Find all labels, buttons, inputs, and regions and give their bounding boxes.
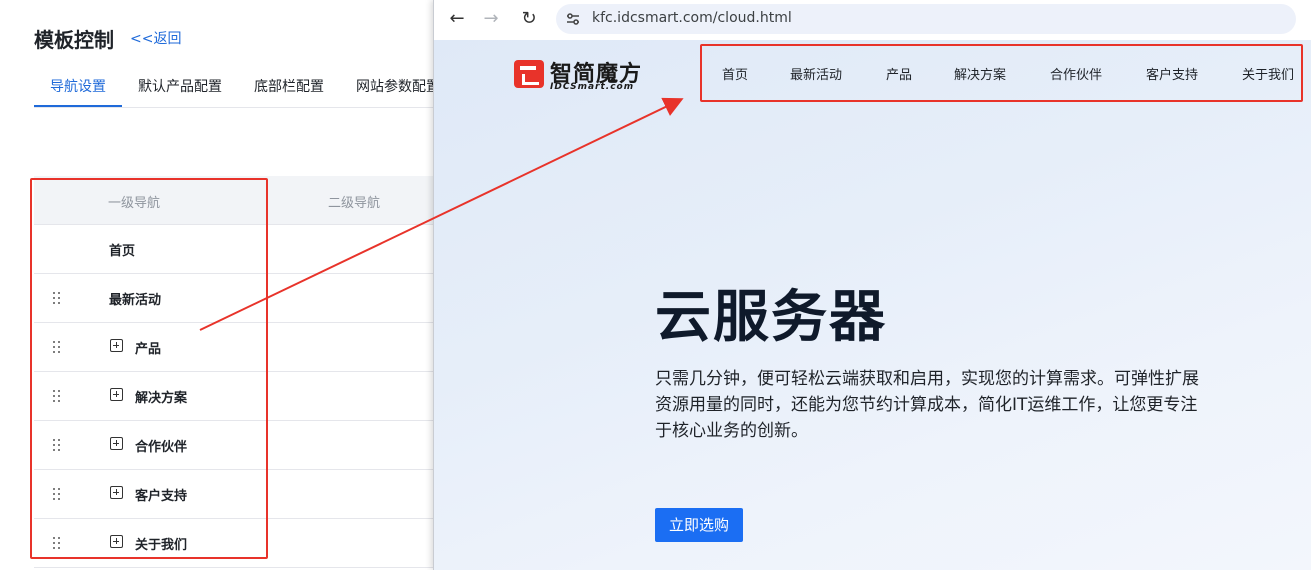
buy-now-button[interactable]: 立即选购 [655, 508, 743, 542]
tab-default-product[interactable]: 默认产品配置 [138, 76, 222, 96]
active-tab-indicator [34, 105, 122, 107]
annotation-box-site-nav [700, 44, 1303, 102]
tab-site-params[interactable]: 网站参数配置 [356, 76, 434, 96]
hero-title: 云服务器 [655, 285, 887, 350]
reload-icon[interactable]: ↻ [518, 8, 540, 30]
admin-panel: 模板控制 <<返回 导航设置 默认产品配置 底部栏配置 网站参数配置 一级导航 … [0, 0, 434, 570]
web-page: 智简魔方 IDCSmart.com 首页 最新活动 产品 解决方案 合作伙伴 客… [434, 40, 1311, 570]
site-settings-icon[interactable] [566, 12, 580, 26]
annotation-box-nav-table [30, 178, 268, 559]
browser-toolbar: ← → ↻ kfc.idcsmart.com/cloud.html [434, 0, 1311, 40]
site-logo[interactable]: 智简魔方 IDCSmart.com [514, 56, 664, 92]
tab-bar: 导航设置 默认产品配置 底部栏配置 网站参数配置 [34, 72, 434, 108]
logo-text-en: IDCSmart.com [550, 82, 635, 92]
page-title: 模板控制 [34, 28, 114, 52]
hero-description: 只需几分钟，便可轻松云端获取和启用，实现您的计算需求。可弹性扩展资源用量的同时，… [655, 369, 1199, 441]
address-bar[interactable]: kfc.idcsmart.com/cloud.html [556, 4, 1296, 34]
url-text: kfc.idcsmart.com/cloud.html [592, 10, 792, 26]
tab-footer[interactable]: 底部栏配置 [254, 76, 324, 96]
logo-mark-icon [514, 60, 544, 88]
back-link[interactable]: <<返回 [130, 28, 181, 48]
forward-arrow-icon[interactable]: → [480, 8, 502, 30]
header-level2: 二级导航 [328, 196, 381, 211]
browser-window: ← → ↻ kfc.idcsmart.com/cloud.html 智简魔方 I… [433, 0, 1311, 570]
back-arrow-icon[interactable]: ← [446, 8, 468, 30]
tab-nav-settings[interactable]: 导航设置 [50, 76, 106, 96]
